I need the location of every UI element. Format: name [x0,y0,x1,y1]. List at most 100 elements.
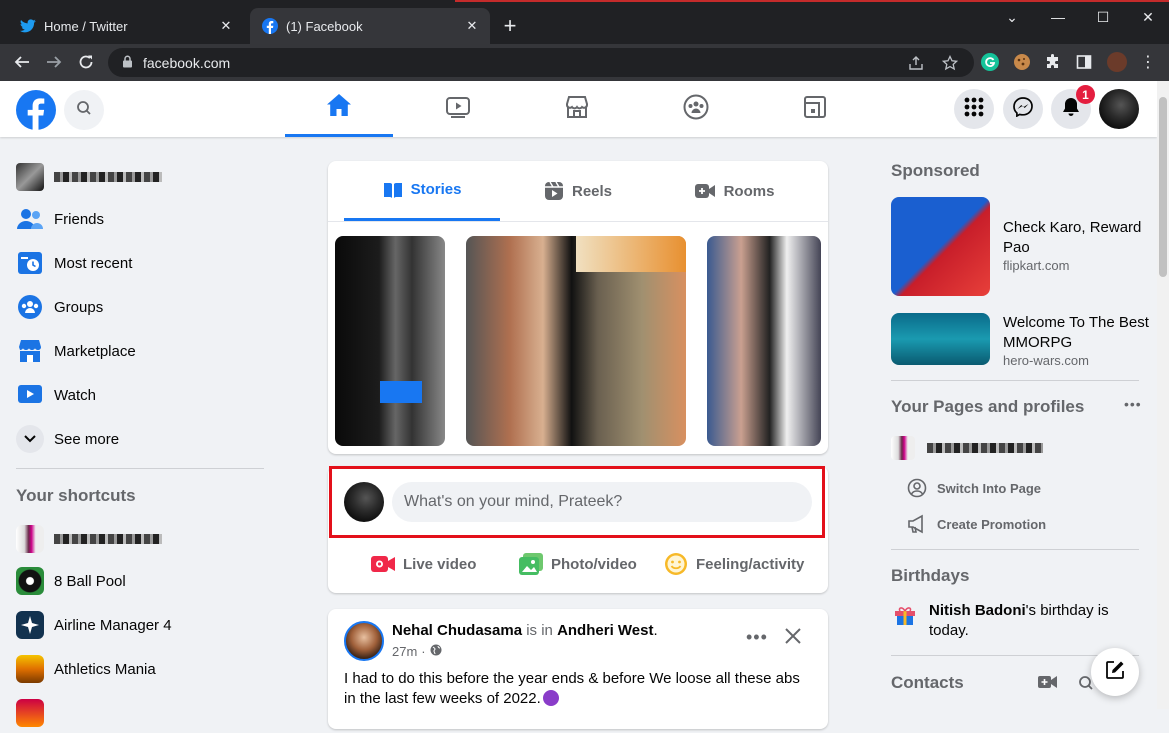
close-window-button[interactable]: ✕ [1130,4,1166,30]
post-author[interactable]: Nehal Chudasama [392,622,522,639]
ad-title: Welcome To The Best MMORPG [1003,314,1149,351]
switch-profile-icon [907,478,927,498]
post-time[interactable]: 27m [392,644,417,659]
photo-icon [519,553,543,575]
nav-tab-home[interactable] [285,81,393,137]
nav-tab-gaming[interactable] [761,81,869,137]
gift-icon [894,604,916,631]
post-text: I had to do this before the year ends & … [344,669,814,709]
sidebar-item-see-more[interactable]: See more [16,419,119,459]
groups-icon [16,293,44,321]
action-label: Photo/video [551,555,637,573]
sidebar-item-groups[interactable]: Groups [16,287,103,327]
profile-shortcut[interactable] [16,157,162,197]
grammarly-extension-icon[interactable] [980,52,1000,72]
account-avatar[interactable] [1099,89,1139,129]
sidebar-item-most-recent[interactable]: Most recent [16,243,132,283]
minimize-button[interactable]: — [1040,4,1076,30]
tab-reels[interactable]: Reels [500,161,656,221]
forward-button[interactable] [42,50,66,74]
nav-tab-marketplace[interactable] [523,81,631,137]
shortcut-partial[interactable] [16,693,54,733]
search-button[interactable] [64,90,104,130]
story-card[interactable] [466,236,686,446]
action-label: Feeling/activity [696,555,805,573]
close-tab-icon[interactable]: ✕ [464,18,480,34]
highlight-box [329,466,825,538]
new-tab-button[interactable]: + [500,15,520,37]
book-icon [383,181,403,199]
athletics-mania-game-icon [16,655,44,683]
more-options-icon[interactable]: ••• [1124,396,1142,412]
sidebar-item-marketplace[interactable]: Marketplace [16,331,136,371]
shortcut-athletics-mania[interactable]: Athletics Mania [16,649,156,689]
post-location[interactable]: Andheri West [557,622,653,639]
close-tab-icon[interactable]: ✕ [218,18,234,34]
profile-name-redacted [54,172,162,182]
photo-video-button[interactable]: Photo/video [519,545,637,583]
friends-icon [16,205,44,233]
avatar[interactable] [344,621,384,661]
shortcut-8-ball-pool[interactable]: 8 Ball Pool [16,561,126,601]
profile-avatar[interactable] [1107,52,1127,72]
share-icon[interactable] [904,48,928,77]
ad-hero-wars[interactable]: Welcome To The Best MMORPG hero-wars.com [891,313,1153,368]
browser-menu-icon[interactable]: ⋮ [1138,52,1158,72]
maximize-button[interactable]: ☐ [1085,4,1121,30]
game-icon [16,699,44,727]
live-video-icon [371,555,395,573]
scrollbar-thumb[interactable] [1159,97,1167,277]
lock-icon [122,55,133,71]
airline-manager-game-icon [16,611,44,639]
story-thumbnail [576,236,686,272]
chevron-down-icon[interactable]: ⌄ [994,4,1030,30]
sidebar-item-label: Friends [54,210,105,228]
story-card[interactable] [707,236,821,446]
action-label: Create Promotion [937,516,1047,532]
create-promotion-button[interactable]: Create Promotion [907,514,1046,534]
tab-rooms[interactable]: Rooms [656,161,812,221]
globe-icon [430,644,442,659]
menu-button[interactable] [954,89,994,129]
back-button[interactable] [10,50,34,74]
shortcut-item-redacted[interactable] [16,519,162,559]
switch-into-page-button[interactable]: Switch Into Page [907,478,1041,498]
reload-button[interactable] [74,50,98,74]
tab-label: Stories [410,181,462,198]
new-message-button[interactable] [1091,648,1139,696]
page-item-redacted[interactable] [891,436,1043,460]
sidebar-item-label: Watch [54,386,96,404]
sidebar-item-friends[interactable]: Friends [16,199,104,239]
birthday-text[interactable]: Nitish Badoni's birthday is today. [929,601,1134,641]
tab-title: (1) Facebook [286,18,363,34]
close-icon[interactable] [784,627,802,650]
tab-label: Rooms [723,182,775,200]
nav-tab-groups[interactable] [642,81,750,137]
notification-badge: 1 [1076,85,1095,104]
sidebar-item-watch[interactable]: Watch [16,375,96,415]
story-card[interactable] [335,236,445,446]
bookmark-star-icon[interactable] [938,48,962,77]
extensions-puzzle-icon[interactable] [1043,52,1063,72]
tab-stories[interactable]: Stories [344,161,500,221]
post-author-line: Nehal Chudasama is in Andheri West. [392,622,658,639]
page-scrollbar[interactable] [1157,81,1169,709]
facebook-logo[interactable] [16,90,56,130]
more-options-icon[interactable]: ••• [746,627,768,648]
pages-heading: Your Pages and profiles [891,397,1085,416]
cookie-extension-icon[interactable] [1012,52,1032,72]
live-video-button[interactable]: Live video [371,545,476,583]
ad-flipkart[interactable]: Check Karo, Reward Pao flipkart.com [891,197,1153,296]
tab-facebook[interactable]: (1) Facebook ✕ [250,8,490,44]
side-panel-icon[interactable] [1074,52,1094,72]
notifications-button[interactable]: 1 [1051,85,1095,129]
new-room-icon[interactable] [1038,675,1058,694]
feeling-activity-button[interactable]: Feeling/activity [664,545,804,583]
ad-title: Check Karo, Reward Pao [1003,219,1142,256]
compose-icon [1105,660,1125,685]
tab-twitter[interactable]: Home / Twitter ✕ [8,8,244,44]
nav-tab-watch[interactable] [404,81,512,137]
url-input[interactable]: facebook.com [108,48,974,77]
messenger-button[interactable] [1003,89,1043,129]
shortcut-airline-manager[interactable]: Airline Manager 4 [16,605,172,645]
